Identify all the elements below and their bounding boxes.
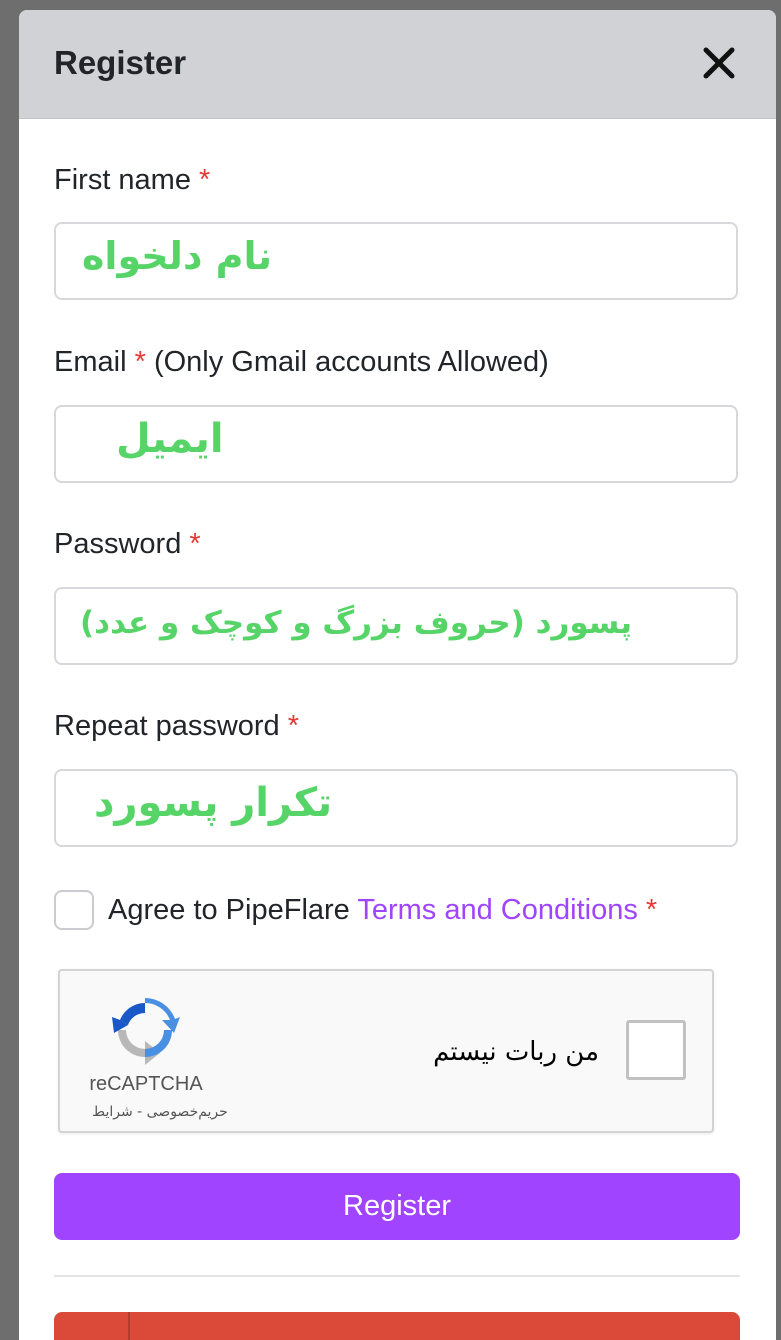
- agree-row: Agree to PipeFlare Terms and Conditions …: [54, 888, 657, 932]
- agree-checkbox[interactable]: [54, 890, 94, 930]
- agree-label: Agree to PipeFlare: [108, 893, 350, 926]
- google-signin-button[interactable]: [54, 1312, 740, 1340]
- close-button[interactable]: [700, 44, 738, 82]
- repeat-password-input[interactable]: تکرار پسورد: [54, 769, 738, 847]
- recaptcha-widget: من ربات نیستم reCAPTCHA حریم‌خصوصی - شرا…: [58, 969, 714, 1133]
- required-mark: *: [645, 893, 658, 926]
- password-label-text: Password: [54, 528, 182, 560]
- register-modal: Register First name * نام دلخواه Email *…: [19, 10, 776, 1340]
- first-name-input[interactable]: نام دلخواه: [54, 222, 738, 300]
- email-input[interactable]: ایمیل: [54, 405, 738, 483]
- first-name-label: First name *: [54, 164, 210, 197]
- password-input[interactable]: پسورد (حروف بزرگ و کوچک و عدد): [54, 587, 738, 665]
- divider: [54, 1275, 740, 1277]
- terms-link[interactable]: Terms and Conditions: [357, 894, 637, 926]
- required-mark: *: [134, 346, 146, 378]
- first-name-label-text: First name: [54, 164, 191, 196]
- repeat-password-label-text: Repeat password: [54, 710, 280, 742]
- recaptcha-label: من ربات نیستم: [433, 1037, 599, 1067]
- email-label: Email * (Only Gmail accounts Allowed): [54, 346, 549, 379]
- agree-text: Agree to PipeFlare Terms and Conditions …: [108, 894, 657, 927]
- first-name-overlay-text: نام دلخواه: [82, 234, 273, 278]
- required-mark: *: [189, 528, 201, 560]
- register-button[interactable]: Register: [54, 1173, 740, 1240]
- required-mark: *: [199, 164, 211, 196]
- password-overlay-text: پسورد (حروف بزرگ و کوچک و عدد): [80, 605, 632, 641]
- recaptcha-links[interactable]: حریم‌خصوصی - شرایط: [84, 1104, 236, 1120]
- recaptcha-brand: reCAPTCHA: [89, 1073, 203, 1095]
- email-overlay-text: ایمیل: [116, 416, 224, 462]
- email-label-text: Email: [54, 346, 127, 378]
- repeat-password-overlay-text: تکرار پسورد: [94, 780, 333, 826]
- google-button-separator: [128, 1312, 130, 1340]
- close-icon: [703, 47, 735, 79]
- email-note: (Only Gmail accounts Allowed): [153, 346, 549, 378]
- modal-title: Register: [54, 44, 187, 81]
- recaptcha-checkbox[interactable]: [626, 1020, 686, 1080]
- recaptcha-icon: [112, 998, 180, 1065]
- password-label: Password *: [54, 528, 201, 561]
- modal-header: Register: [19, 10, 776, 119]
- required-mark: *: [287, 710, 300, 742]
- repeat-password-label: Repeat password *: [54, 710, 299, 743]
